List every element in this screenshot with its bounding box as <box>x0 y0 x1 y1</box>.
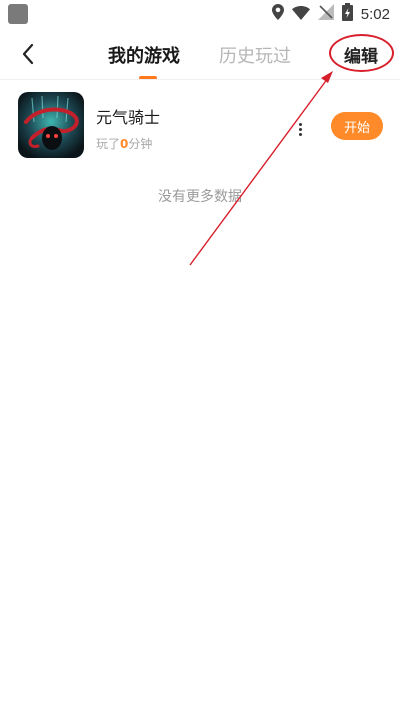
annotation-circle <box>329 34 394 72</box>
more-dot-icon <box>298 132 302 136</box>
no-more-data-text: 没有更多数据 <box>158 189 242 205</box>
game-list-item[interactable]: 元气骑士 玩了0分钟 开始 <box>0 88 400 166</box>
tab-history-played[interactable]: 历史玩过 <box>219 42 291 68</box>
play-time: 玩了0分钟 <box>96 135 152 152</box>
location-icon <box>271 4 284 24</box>
back-button[interactable] <box>10 38 46 74</box>
app-notification-icon <box>8 4 28 24</box>
battery-charging-icon <box>341 3 353 25</box>
game-title: 元气骑士 <box>96 108 161 127</box>
more-dot-icon <box>298 122 302 126</box>
chevron-left-icon <box>21 43 35 69</box>
more-dot-icon <box>298 127 302 131</box>
clock-time: 5:02 <box>360 5 390 23</box>
play-time-prefix: 玩了 <box>96 137 121 151</box>
wifi-icon <box>291 5 310 24</box>
status-bar: 5:02 <box>0 0 400 28</box>
tab-my-games[interactable]: 我的游戏 <box>108 42 180 68</box>
start-game-button[interactable]: 开始 <box>331 112 383 140</box>
no-signal-icon <box>317 4 334 24</box>
header-divider <box>0 79 400 80</box>
status-icons: 5:02 <box>271 3 390 25</box>
game-icon[interactable] <box>18 92 84 158</box>
play-time-unit: 分钟 <box>128 137 153 151</box>
more-options-button[interactable] <box>291 118 309 140</box>
